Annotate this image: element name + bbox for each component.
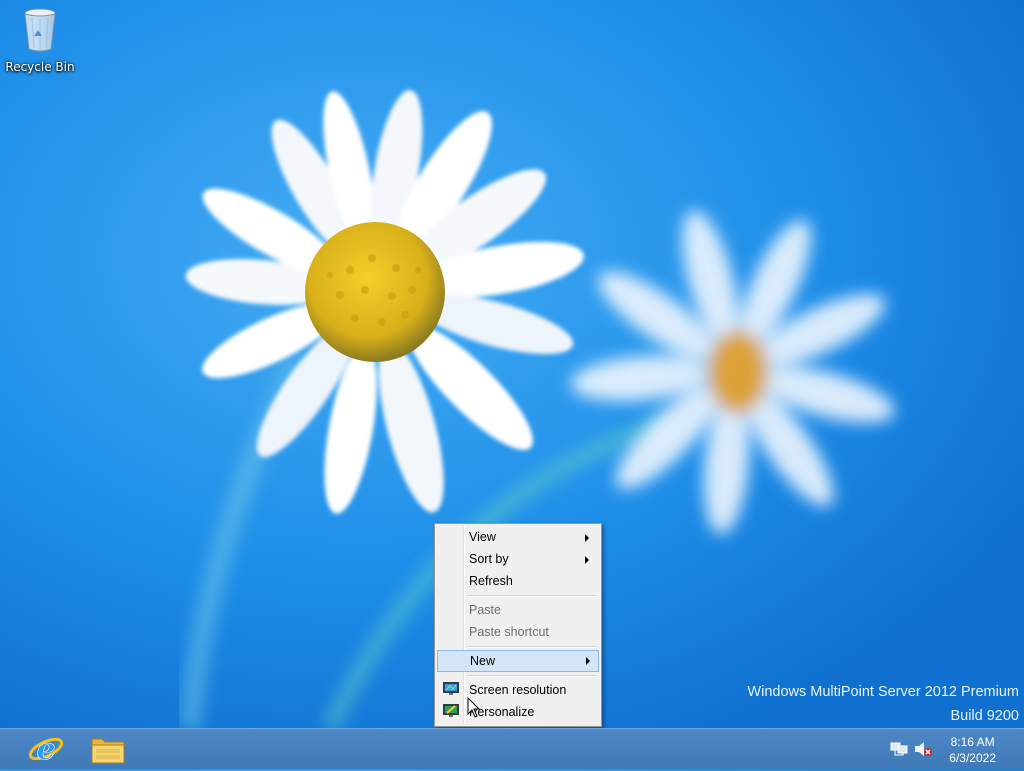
mouse-pointer-icon — [467, 697, 481, 718]
desktop-context-menu: View Sort by Refresh Paste Paste shortcu… — [434, 523, 602, 727]
clock-time: 8:16 AM — [950, 735, 995, 749]
desktop-icon-label: Recycle Bin — [5, 60, 75, 74]
submenu-arrow-icon — [585, 534, 589, 542]
network-icon[interactable] — [890, 741, 908, 757]
clock-date: 6/3/2022 — [949, 751, 996, 765]
menu-item-view[interactable]: View — [437, 526, 597, 548]
menu-item-label: View — [469, 530, 496, 544]
file-explorer-icon — [91, 738, 125, 764]
menu-item-label: Screen resolution — [469, 683, 567, 697]
menu-item-label: Paste — [469, 603, 501, 617]
watermark-edition: Windows MultiPoint Server 2012 Premium — [747, 684, 1019, 700]
menu-item-screen-resolution[interactable]: Screen resolution — [437, 679, 597, 701]
watermark-build: Build 9200 — [950, 708, 1019, 724]
submenu-arrow-icon — [585, 556, 589, 564]
display-icon — [443, 682, 459, 695]
internet-explorer-icon: e — [28, 732, 64, 767]
menu-item-paste[interactable]: Paste — [437, 599, 597, 621]
menu-item-paste-shortcut[interactable]: Paste shortcut — [437, 621, 597, 643]
menu-separator — [467, 646, 597, 648]
menu-item-new[interactable]: New — [437, 650, 599, 672]
recycle-bin-icon — [24, 8, 56, 52]
taskbar-pinned-internet-explorer[interactable]: e — [24, 731, 68, 767]
volume-muted-icon[interactable] — [914, 741, 932, 757]
submenu-arrow-icon — [586, 657, 590, 665]
taskbar-clock[interactable]: 8:16 AM 6/3/2022 — [949, 734, 996, 766]
taskbar: e 8:16 AM 6/3/2022 — [0, 728, 1024, 769]
menu-item-label: Refresh — [469, 574, 513, 588]
menu-separator — [467, 675, 597, 677]
desktop-icon-recycle-bin[interactable]: Recycle Bin — [4, 6, 76, 74]
menu-item-label: Paste shortcut — [469, 625, 549, 639]
menu-item-sort-by[interactable]: Sort by — [437, 548, 597, 570]
menu-item-personalize[interactable]: Personalize — [437, 701, 597, 723]
menu-item-refresh[interactable]: Refresh — [437, 570, 597, 592]
svg-text:e: e — [36, 732, 55, 767]
menu-item-label: Sort by — [469, 552, 509, 566]
menu-separator — [467, 595, 597, 597]
personalize-icon — [443, 704, 459, 717]
menu-item-label: New — [470, 654, 496, 668]
taskbar-pinned-file-explorer[interactable] — [86, 731, 130, 767]
os-version-watermark: Windows MultiPoint Server 2012 Premium B… — [747, 684, 1019, 732]
